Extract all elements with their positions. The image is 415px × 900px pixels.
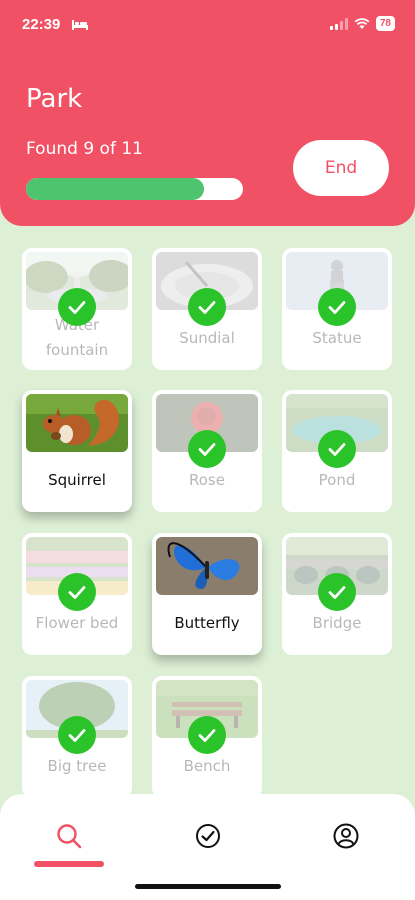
item-card-bench[interactable]: Bench (152, 676, 262, 798)
signal-icon (329, 17, 348, 30)
nav-search[interactable] (49, 816, 89, 856)
bed-icon (72, 20, 88, 30)
item-card-water-fountain[interactable]: Water fountain (22, 248, 132, 370)
item-card-flower-bed[interactable]: Flower bed (22, 533, 132, 655)
item-card-statue[interactable]: Statue (282, 248, 392, 370)
nav-found[interactable] (188, 816, 228, 856)
check-circle-icon (196, 824, 220, 848)
home-indicator (135, 884, 281, 889)
item-card-pond[interactable]: Pond (282, 390, 392, 512)
check-icon (318, 573, 356, 611)
item-card-sundial[interactable]: Sundial (152, 248, 262, 370)
item-label: Squirrel (48, 470, 106, 489)
status-bar: 22:39 78 (0, 0, 415, 54)
squirrel-photo (26, 394, 128, 452)
check-icon (58, 288, 96, 326)
page-title: Park (26, 84, 83, 114)
check-icon (58, 716, 96, 754)
item-label: Butterfly (174, 613, 240, 632)
check-icon (188, 430, 226, 468)
status-time: 22:39 (22, 16, 61, 33)
check-icon (318, 430, 356, 468)
progress-fill (26, 178, 204, 200)
item-card-butterfly[interactable]: Butterfly (152, 533, 262, 655)
item-card-big-tree[interactable]: Big tree (22, 676, 132, 798)
nav-profile[interactable] (326, 816, 366, 856)
item-card-rose[interactable]: Rose (152, 390, 262, 512)
check-icon (318, 288, 356, 326)
battery-icon: 78 (375, 16, 395, 31)
profile-icon (333, 823, 359, 849)
item-card-bridge[interactable]: Bridge (282, 533, 392, 655)
progress-bar (26, 178, 243, 200)
check-icon (188, 716, 226, 754)
butterfly-photo (156, 537, 258, 595)
wifi-icon (354, 17, 370, 29)
search-icon (57, 824, 82, 849)
header: 22:39 78 Park Found 9 of 11 End (0, 0, 415, 226)
end-button[interactable]: End (293, 140, 389, 196)
check-icon (58, 573, 96, 611)
item-card-squirrel[interactable]: Squirrel (22, 390, 132, 512)
found-count: Found 9 of 11 (26, 139, 143, 159)
check-icon (188, 288, 226, 326)
nav-active-indicator (34, 861, 104, 867)
